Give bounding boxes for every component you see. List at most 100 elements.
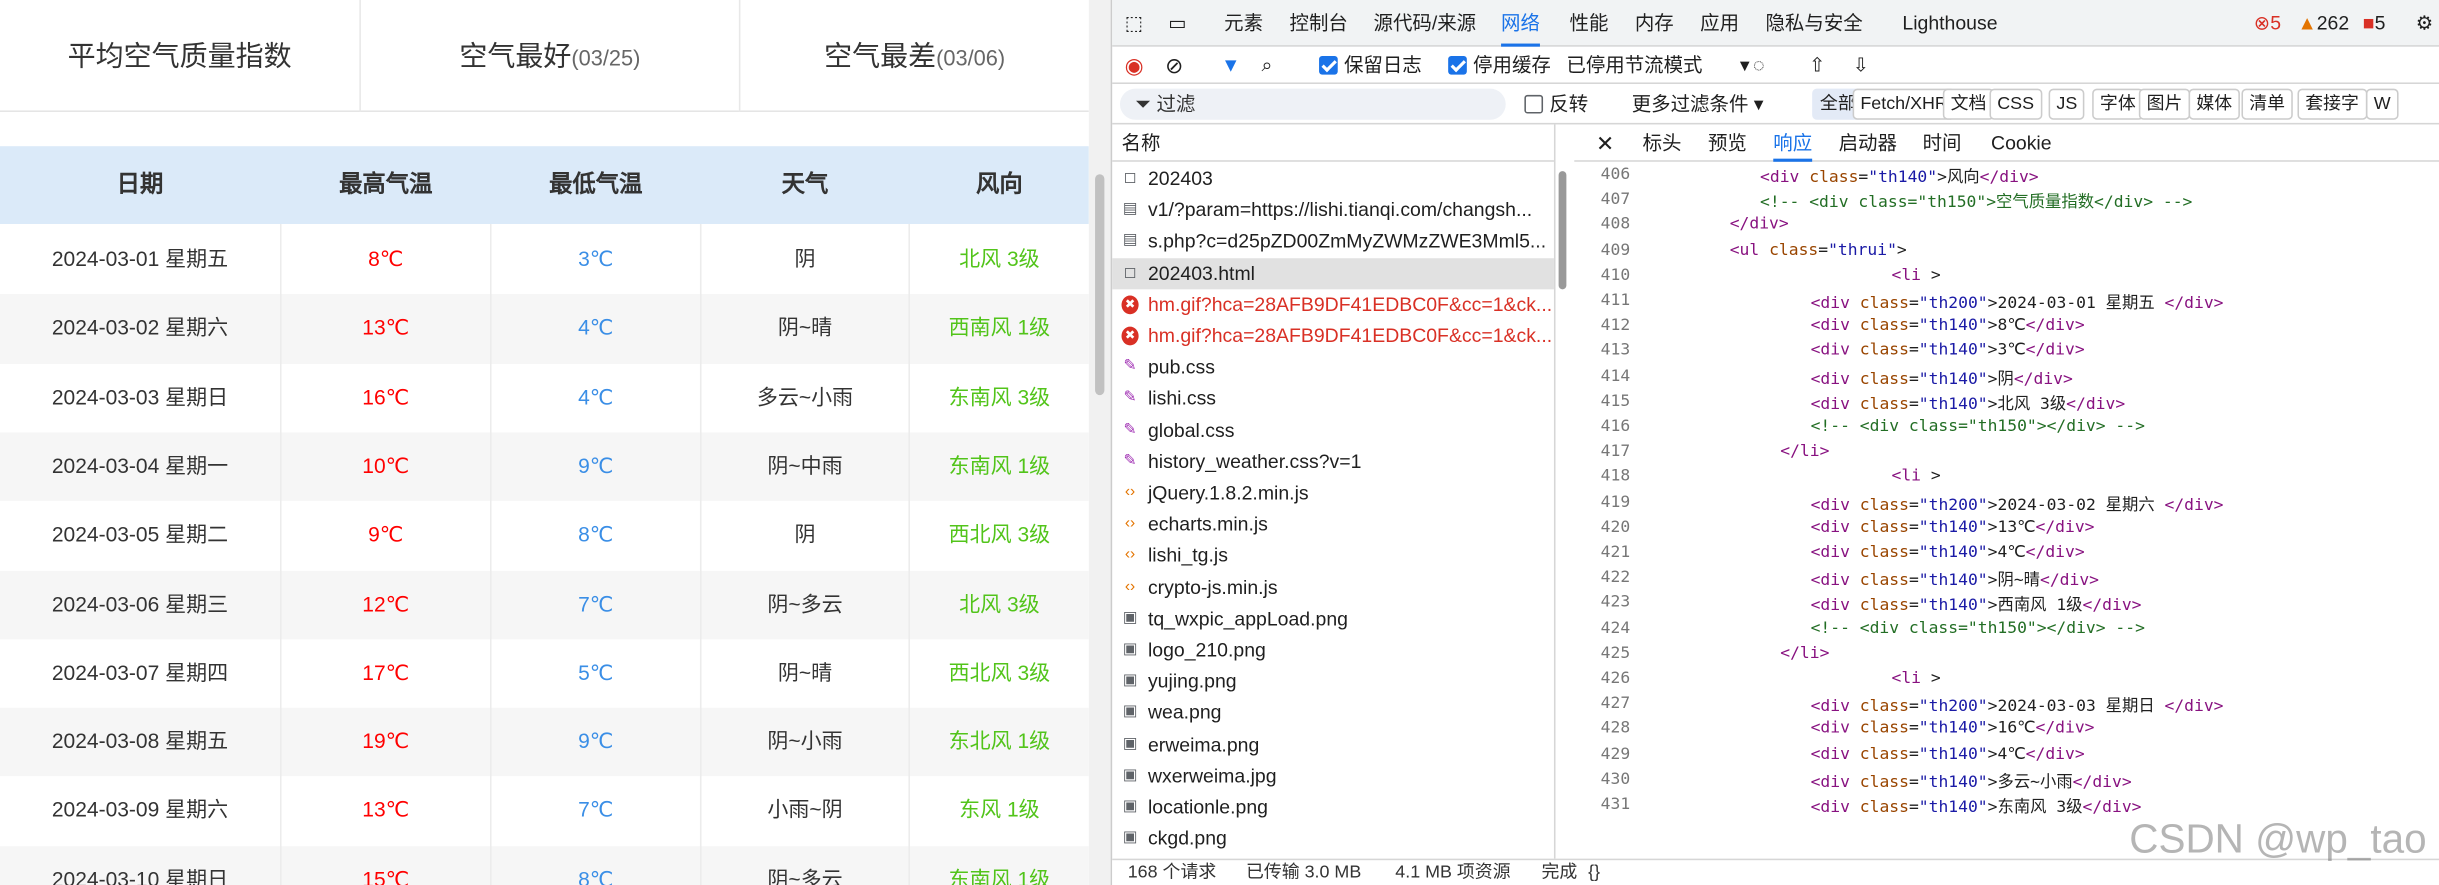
request-row[interactable]: ✎ history_weather.css?v=1 — [1112, 446, 1554, 477]
request-row[interactable]: ◻ 202403.html — [1112, 257, 1554, 289]
request-row[interactable]: ▣ erweima.png — [1112, 729, 1554, 760]
line-number: 409 — [1600, 240, 1631, 260]
export-har-icon[interactable]: ⇩ — [1853, 47, 1869, 84]
filter-input[interactable]: ⏷ 过滤 — [1119, 88, 1506, 120]
request-name: erweima.png — [1147, 733, 1260, 756]
type-chip-3[interactable]: CSS — [1989, 88, 2042, 120]
row-wind: 北风 3级 — [959, 591, 1040, 616]
devtools-panel: ⬚ ▭ 元素 控制台 源代码/来源 网络 性能 内存 应用 隐私与安全 Lighthouse ⊗… — [1110, 0, 2439, 885]
clear-icon[interactable]: ⊘ — [1165, 47, 1183, 84]
settings-gear-icon[interactable]: ⚙ — [2416, 0, 2433, 47]
request-row[interactable]: ◻ 202403 — [1112, 163, 1554, 194]
request-row[interactable]: ▣ wea.png — [1112, 697, 1554, 728]
disable-cache-checkbox[interactable]: 停用缓存 — [1448, 47, 1551, 84]
more-filters-dropdown[interactable]: 更多过滤条件 ▾ — [1632, 84, 1764, 124]
type-chip-9[interactable]: 套接字 — [2297, 88, 2367, 120]
device-toggle-icon[interactable]: ▭ — [1168, 0, 1186, 47]
request-name: tq_wxpic_appLoad.png — [1147, 607, 1348, 630]
request-row[interactable]: ✖ hm.gif?hca=28AFB9DF41EDBC0F&cc=1&ck... — [1112, 320, 1554, 351]
tab-8[interactable]: Lighthouse — [1902, 0, 1997, 47]
js-file-icon: ‹› — [1124, 546, 1136, 564]
request-row[interactable]: ✎ pub.css — [1112, 352, 1554, 383]
request-row[interactable]: ‹› jQuery.1.8.2.min.js — [1112, 478, 1554, 509]
request-row[interactable]: ✎ global.css — [1112, 415, 1554, 446]
request-row[interactable]: ‹› echarts.min.js — [1112, 509, 1554, 540]
request-row[interactable]: ▤ s.php?c=d25pZD00ZmMyZWMzZWE3Mml5... — [1112, 226, 1554, 257]
type-chip-10[interactable]: W — [2365, 88, 2399, 120]
record-icon[interactable]: ◉ — [1125, 47, 1144, 84]
code-line: <!-- <div class="th150">空气质量指数</div> --> — [1760, 193, 2193, 212]
detail-tab-3[interactable]: 启动器 — [1839, 124, 1897, 161]
detail-tab-1[interactable]: 预览 — [1708, 124, 1747, 161]
type-chip-8[interactable]: 清单 — [2241, 88, 2293, 120]
warning-count-icon[interactable]: ▲262 — [2297, 0, 2349, 47]
xhr-file-icon: ▤ — [1122, 232, 1138, 250]
type-chip-5[interactable]: 字体 — [2092, 88, 2144, 120]
error-count: 5 — [2270, 12, 2282, 35]
request-name: hm.gif?hca=28AFB9DF41EDBC0F&cc=1&ck... — [1147, 293, 1553, 316]
tab-4[interactable]: 性能 — [1569, 0, 1608, 47]
tab-2[interactable]: 源代码/来源 — [1374, 0, 1477, 47]
row-weather: 阴~晴 — [777, 316, 833, 340]
detail-tab-4[interactable]: 时间 — [1923, 124, 1962, 161]
response-code[interactable]: 406 <div class="th140">风向</div> 407 <!-- <d… — [1574, 162, 2439, 840]
line-number: 411 — [1600, 290, 1631, 310]
row-high: 12℃ — [362, 591, 410, 616]
request-row[interactable]: ‹› crypto-js.min.js — [1112, 572, 1554, 603]
request-row[interactable]: ▣ ckgd.png — [1112, 823, 1554, 854]
preserve-log-label: 保留日志 — [1343, 54, 1422, 77]
row-date: 2024-03-01 星期五 — [51, 247, 229, 271]
type-chip-7[interactable]: 媒体 — [2188, 88, 2240, 120]
request-row[interactable]: ✖ hm.gif?hca=28AFB9DF41EDBC0F&cc=1&ck... — [1112, 289, 1554, 320]
column-name-header[interactable]: 名称 — [1112, 124, 1554, 162]
row-weather: 小雨~阴 — [767, 798, 843, 822]
page-scrollbar[interactable] — [1088, 0, 1111, 885]
request-row[interactable]: ✎ lishi.css — [1112, 383, 1554, 414]
detail-tab-0[interactable]: 标头 — [1643, 124, 1682, 161]
row-low: 4℃ — [578, 316, 614, 340]
request-row[interactable]: ▣ yujing.png — [1112, 666, 1554, 697]
line-number: 424 — [1600, 618, 1631, 638]
tab-0[interactable]: 元素 — [1224, 0, 1263, 47]
preserve-log-checkbox[interactable]: 保留日志 — [1319, 47, 1422, 84]
throttle-select[interactable]: 已停用节流模式 ▾ — [1566, 47, 1749, 84]
request-row[interactable]: ▣ tq_wxpic_appLoad.png — [1112, 603, 1554, 634]
stat-worst-date: (03/06) — [936, 45, 1006, 70]
type-chip-4[interactable]: JS — [2048, 88, 2086, 120]
img-file-icon: ▣ — [1122, 640, 1138, 658]
invert-checkbox[interactable]: 反转 — [1524, 84, 1588, 124]
request-row[interactable]: ‹› lishi_tg.js — [1112, 540, 1554, 571]
tab-5[interactable]: 内存 — [1635, 0, 1674, 47]
detail-tab-2[interactable]: 响应 — [1773, 124, 1813, 162]
import-har-icon[interactable]: ⇧ — [1809, 47, 1825, 84]
request-list-scrollbar-thumb[interactable] — [1558, 171, 1567, 290]
page-scrollbar-thumb[interactable] — [1095, 174, 1105, 396]
network-conditions-icon[interactable]: ◌ — [1753, 47, 1765, 84]
search-icon[interactable]: ⌕ — [1262, 47, 1273, 84]
tab-1[interactable]: 控制台 — [1290, 0, 1348, 47]
type-chip-1[interactable]: Fetch/XHR — [1852, 88, 1956, 120]
line-number: 413 — [1600, 341, 1631, 360]
request-name: 202403.html — [1147, 262, 1255, 285]
close-detail-icon[interactable]: ✕ — [1596, 124, 1614, 161]
request-row[interactable]: ▣ logo_210.png — [1112, 635, 1554, 666]
request-list-scrollbar[interactable] — [1556, 124, 1572, 858]
pretty-print-icon[interactable]: {} — [1588, 860, 1600, 885]
xhr-file-icon: ▤ — [1122, 200, 1138, 219]
filter-funnel-icon[interactable]: ▼ — [1221, 47, 1240, 84]
request-row[interactable]: ▤ v1/?param=https://lishi.tianqi.com/chan… — [1112, 195, 1554, 226]
line-number: 412 — [1600, 316, 1631, 335]
issue-count-icon[interactable]: ■5 — [2363, 0, 2386, 47]
error-count-icon[interactable]: ⊗5 — [2254, 0, 2281, 47]
type-chip-2[interactable]: 文档 — [1942, 88, 1995, 120]
tab-7[interactable]: 隐私与安全 — [1765, 0, 1862, 47]
request-row[interactable]: ▣ locationle.png — [1112, 792, 1554, 823]
network-toolbar: ◉ ⊘ ▼ ⌕ 保留日志 停用缓存 已停用节流模式 ▾ ◌ ⇧ ⇩ — [1112, 47, 2439, 84]
tab-3[interactable]: 网络 — [1501, 0, 1540, 47]
tab-6[interactable]: 应用 — [1700, 0, 1739, 47]
request-row[interactable]: ▣ wxerweima.jpg — [1112, 760, 1554, 791]
detail-tab-5[interactable]: Cookie — [1991, 124, 2052, 161]
type-chip-6[interactable]: 图片 — [2138, 88, 2191, 120]
row-high: 19℃ — [362, 729, 410, 754]
inspect-icon[interactable]: ⬚ — [1125, 0, 1143, 47]
